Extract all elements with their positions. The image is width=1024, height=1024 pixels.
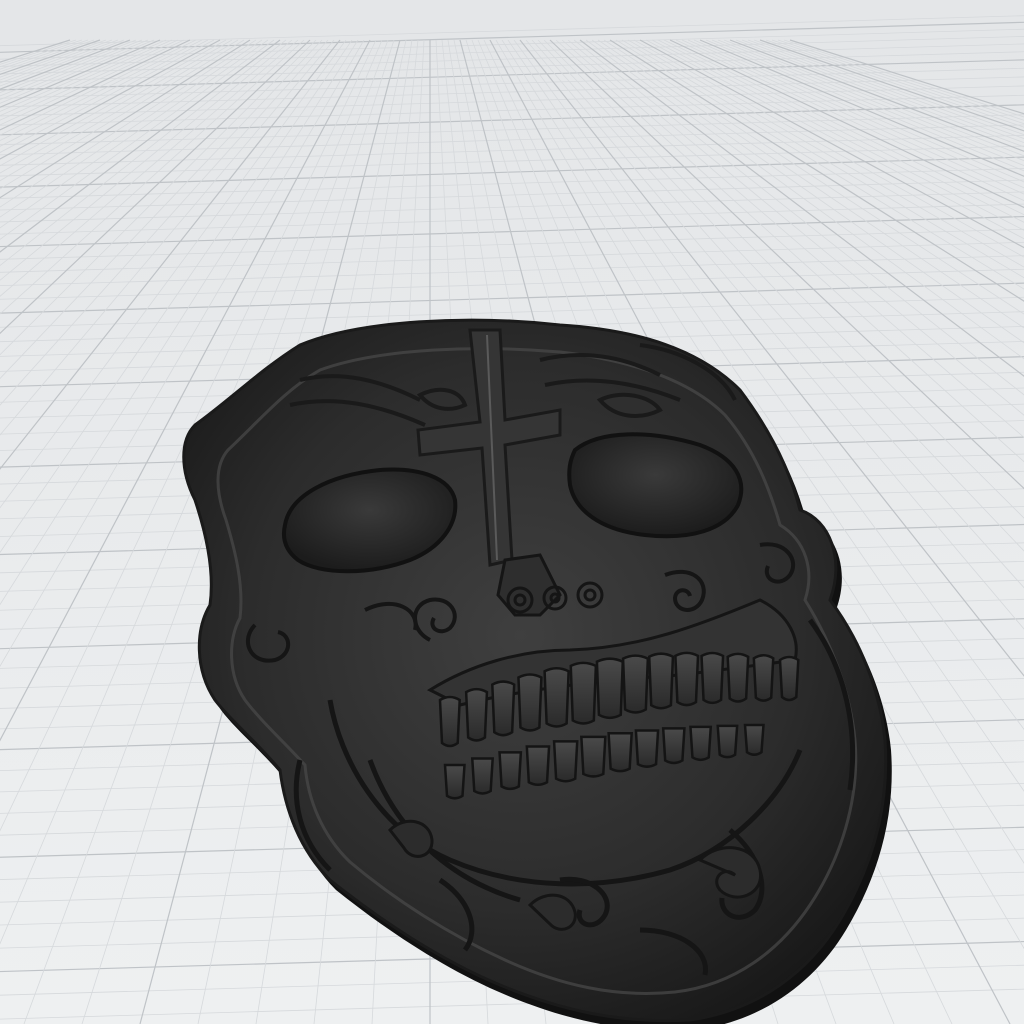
tooth — [607, 732, 634, 773]
tooth — [674, 651, 700, 707]
tooth — [778, 655, 800, 702]
tooth — [580, 735, 607, 778]
tooth — [517, 673, 543, 732]
tooth — [491, 680, 516, 737]
tooth — [634, 729, 660, 768]
tooth — [443, 763, 466, 800]
tooth — [716, 724, 739, 759]
tooth — [661, 727, 686, 765]
tooth — [700, 651, 725, 705]
tooth — [743, 723, 765, 756]
tooth — [498, 751, 523, 791]
tooth — [752, 654, 775, 702]
tooth — [647, 652, 675, 710]
tooth — [525, 745, 551, 786]
tooth — [569, 661, 598, 725]
tooth — [470, 757, 495, 795]
tooth — [438, 695, 461, 748]
scene-canvas[interactable] — [0, 0, 1024, 1024]
tooth — [621, 654, 650, 714]
tooth — [552, 740, 579, 783]
3d-viewport[interactable] — [0, 0, 1024, 1024]
tooth — [543, 666, 570, 728]
tooth — [464, 687, 489, 742]
tooth — [595, 657, 625, 720]
tooth — [689, 725, 713, 762]
tooth — [726, 652, 750, 703]
